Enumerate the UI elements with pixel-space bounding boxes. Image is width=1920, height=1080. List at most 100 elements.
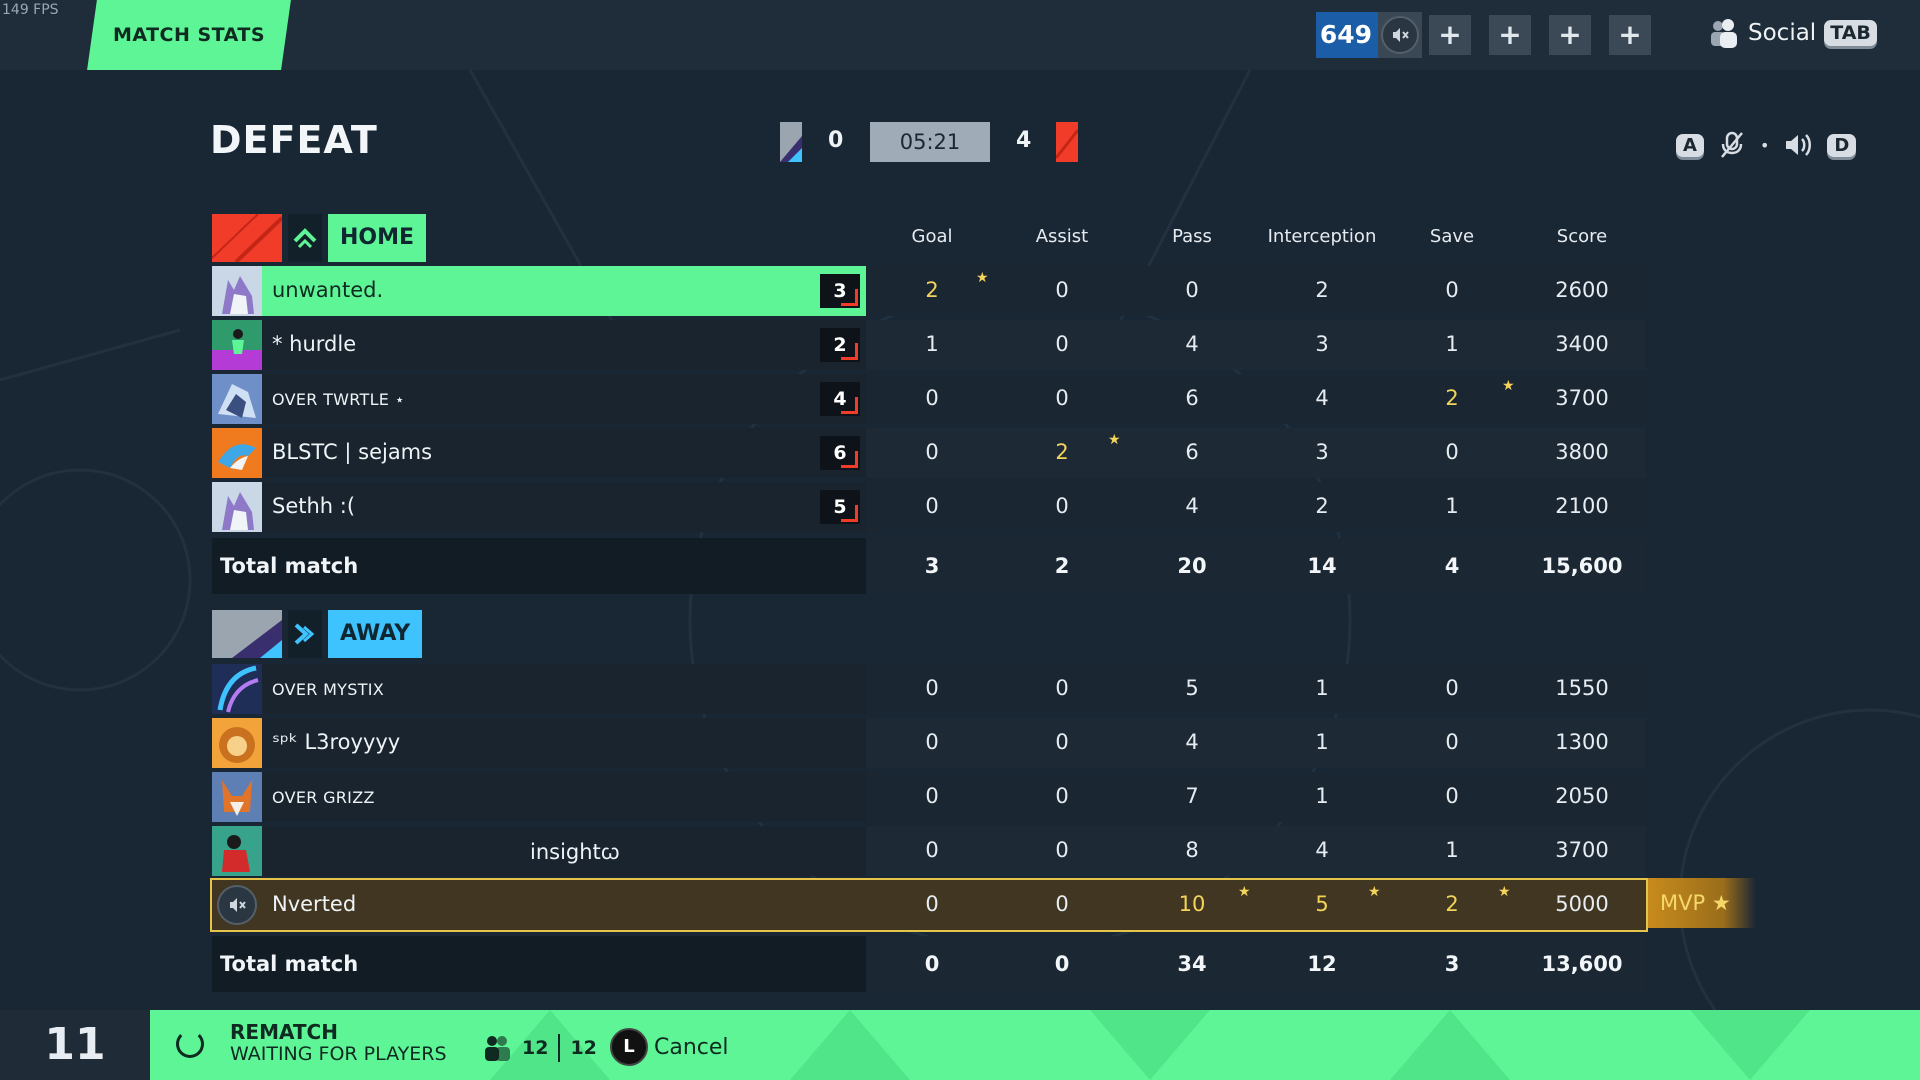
stat-save: 0 xyxy=(1445,784,1459,808)
stat-goal: 0 xyxy=(925,676,939,700)
home-team-chevron-icon xyxy=(288,214,322,262)
add-button-3[interactable]: + xyxy=(1549,15,1591,55)
player-name: insightꞷ xyxy=(530,840,620,864)
player-name: OVER MYSTIX xyxy=(272,680,385,699)
stat-interception: 2 xyxy=(1315,278,1329,302)
away-team-banner xyxy=(212,610,282,658)
tab-match-stats[interactable]: MATCH STATS xyxy=(87,0,291,70)
away-team-header: AWAY xyxy=(212,610,423,658)
stat-assist: 0 xyxy=(1055,730,1069,754)
loading-spinner-icon xyxy=(176,1030,204,1058)
total-score: 13,600 xyxy=(1541,952,1623,976)
stat-goal: 2 xyxy=(925,278,939,302)
stat-pass: 6 xyxy=(1185,440,1199,464)
currency-display: 649 xyxy=(1316,12,1422,58)
stat-assist: 2 xyxy=(1055,440,1069,464)
player-avatar-mech xyxy=(212,374,262,424)
total-interception: 12 xyxy=(1307,952,1337,976)
stat-save: 1 xyxy=(1445,838,1459,862)
stat-save: 1 xyxy=(1445,494,1459,518)
players-ready: 12 xyxy=(522,1037,549,1059)
key-hint-l: L xyxy=(610,1028,648,1066)
total-assist: 2 xyxy=(1054,554,1070,578)
stat-pass: 8 xyxy=(1185,838,1199,862)
player-row-away-2[interactable]: ˢᵖᵏ L3royyyy 0 0 4 1 0 1300 xyxy=(212,718,1646,768)
total-goal: 0 xyxy=(924,952,940,976)
player-row-home-4[interactable]: BLSTC | sejams 6 0 2 ★ 6 3 0 3800 xyxy=(212,428,1646,478)
player-avatar-wolf xyxy=(212,482,262,532)
player-row-away-1[interactable]: OVER MYSTIX 0 0 5 1 0 1550 xyxy=(212,664,1646,714)
player-row-home-3[interactable]: OVER TWRTLE ⋆ 4 0 0 6 4 2 ★ 3700 xyxy=(212,374,1646,424)
voice-mute-toggle[interactable] xyxy=(1378,12,1422,58)
total-goal: 3 xyxy=(924,554,940,578)
match-timer: 05:21 xyxy=(870,122,990,162)
player-name: Sethh :( xyxy=(272,494,356,518)
stat-goal: 0 xyxy=(925,730,939,754)
mvp-badge: MVP ★ xyxy=(1648,878,1756,928)
add-button-2[interactable]: + xyxy=(1489,15,1531,55)
count-separator xyxy=(558,1034,561,1062)
col-header-interception: Interception xyxy=(1267,226,1377,247)
best-stat-star-icon: ★ xyxy=(1238,884,1251,900)
stat-score: 3800 xyxy=(1555,440,1609,464)
rematch-bar: REMATCH WAITING FOR PLAYERS 12 12 L Canc… xyxy=(150,1010,1920,1080)
player-name: OVER TWRTLE ⋆ xyxy=(272,390,405,409)
stat-save: 0 xyxy=(1445,278,1459,302)
social-button[interactable]: Social TAB xyxy=(1706,18,1877,48)
stat-assist: 0 xyxy=(1055,386,1069,410)
match-result: DEFEAT xyxy=(210,118,378,162)
total-interception: 14 xyxy=(1307,554,1337,578)
cancel-rematch-button[interactable]: L Cancel xyxy=(610,1028,729,1066)
speaker-muted-icon xyxy=(217,885,257,925)
stat-interception: 1 xyxy=(1315,676,1329,700)
stat-assist: 0 xyxy=(1055,278,1069,302)
away-team-arrow-icon xyxy=(288,610,322,658)
player-avatar-swirl xyxy=(212,664,262,714)
player-row-home-1[interactable]: unwanted. 3 2 ★ 0 0 2 0 2600 xyxy=(212,266,1646,316)
stat-interception: 1 xyxy=(1315,784,1329,808)
stat-score: 3700 xyxy=(1555,838,1609,862)
player-name: unwanted. xyxy=(272,278,384,302)
player-row-away-3[interactable]: OVER GRIZZ 0 0 7 1 0 2050 xyxy=(212,772,1646,822)
stat-goal: 0 xyxy=(925,838,939,862)
rematch-title: REMATCH xyxy=(230,1020,338,1044)
player-avatar-shark xyxy=(212,428,262,478)
player-row-away-4[interactable]: insightꞷ 0 0 8 4 1 3700 xyxy=(212,826,1646,876)
player-name: * hurdle xyxy=(272,332,357,356)
home-team-header: HOME xyxy=(212,214,427,262)
players-icon xyxy=(485,1036,510,1061)
away-total-row: Total match 0 0 34 12 3 13,600 xyxy=(212,936,1646,992)
player-row-home-5[interactable]: Sethh :( 5 0 0 4 2 1 2100 xyxy=(212,482,1646,532)
social-label: Social xyxy=(1748,20,1817,46)
stat-goal: 0 xyxy=(925,386,939,410)
stat-interception: 3 xyxy=(1315,440,1329,464)
stat-score: 2050 xyxy=(1555,784,1609,808)
add-button-4[interactable]: + xyxy=(1609,15,1651,55)
player-level-badge: 2 xyxy=(820,328,860,362)
away-team-flag-icon xyxy=(1056,122,1078,162)
player-level-badge: 3 xyxy=(820,274,860,308)
total-assist: 0 xyxy=(1054,952,1070,976)
mic-muted-icon[interactable] xyxy=(1718,130,1746,160)
stat-score: 2600 xyxy=(1555,278,1609,302)
stat-assist: 0 xyxy=(1055,332,1069,356)
player-level-badge: 4 xyxy=(820,382,860,416)
players-total: 12 xyxy=(570,1037,597,1059)
speaker-muted-icon xyxy=(1381,16,1419,54)
add-button-1[interactable]: + xyxy=(1429,15,1471,55)
best-stat-star-icon: ★ xyxy=(976,270,989,286)
col-header-assist: Assist xyxy=(1035,226,1089,247)
col-header-goal: Goal xyxy=(911,226,953,247)
total-save: 3 xyxy=(1444,952,1460,976)
stat-save: 1 xyxy=(1445,332,1459,356)
col-header-pass: Pass xyxy=(1172,226,1212,247)
player-row-away-5-mvp[interactable]: Nverted 0 0 10 ★ 5 ★ 2 ★ 5000 xyxy=(210,878,1648,932)
stat-goal: 0 xyxy=(925,892,939,916)
player-name: Nverted xyxy=(272,892,357,916)
speaker-icon[interactable] xyxy=(1783,130,1813,160)
col-header-score: Score xyxy=(1556,226,1608,247)
stat-assist: 0 xyxy=(1055,838,1069,862)
player-row-home-2[interactable]: * hurdle 2 1 0 4 3 1 3400 xyxy=(212,320,1646,370)
stat-interception: 4 xyxy=(1315,386,1329,410)
social-key-hint: TAB xyxy=(1824,20,1877,46)
